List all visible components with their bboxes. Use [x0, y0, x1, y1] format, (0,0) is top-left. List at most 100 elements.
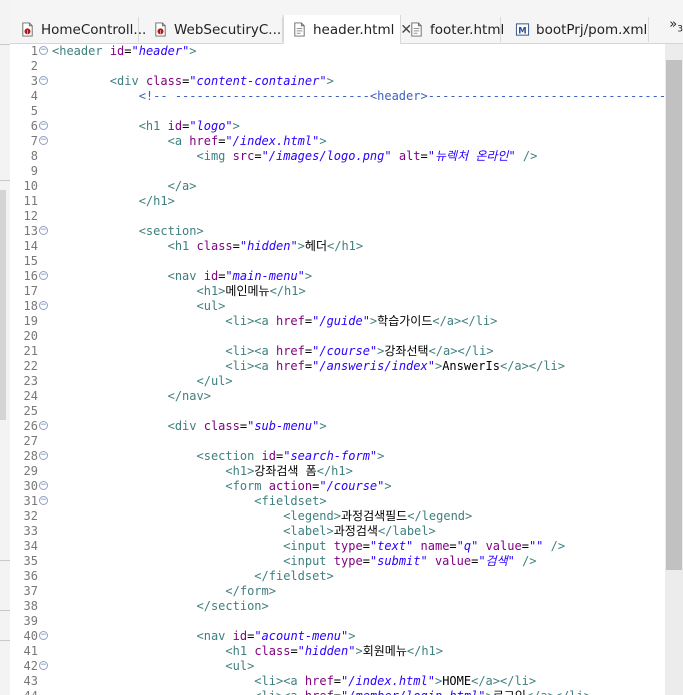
code-line[interactable]: 8 <img src="/images/logo.png" alt="뉴렉처 온…: [10, 149, 665, 164]
code-line[interactable]: 26− <div class="sub-menu">: [10, 419, 665, 434]
fold-collapse-icon[interactable]: −: [39, 226, 48, 235]
fold-collapse-icon[interactable]: −: [39, 121, 48, 130]
token: <section>: [138, 224, 204, 238]
code-line[interactable]: 17 <h1>메인메뉴</h1>: [10, 284, 665, 299]
token: type: [333, 539, 363, 553]
code-line[interactable]: 36 </fieldset>: [10, 569, 665, 584]
code-line[interactable]: 5: [10, 104, 665, 119]
code-line[interactable]: 21 <li><a href="/course">강좌선택</a></li>: [10, 344, 665, 359]
code-line[interactable]: 3− <div class="content-container">: [10, 74, 665, 89]
fold-collapse-icon[interactable]: −: [39, 76, 48, 85]
code-line[interactable]: 24 </nav>: [10, 389, 665, 404]
code-line[interactable]: 31− <fieldset>: [10, 494, 665, 509]
code-line[interactable]: 14 <h1 class="hidden">헤더</h1>: [10, 239, 665, 254]
fold-collapse-icon[interactable]: −: [39, 46, 48, 55]
tab-footer-html[interactable]: footer.html: [401, 17, 504, 42]
code-text: </ul>: [52, 374, 233, 389]
token: />: [522, 554, 537, 568]
code-line[interactable]: 7− <a href="/index.html">: [10, 134, 665, 149]
code-line[interactable]: 10 </a>: [10, 179, 665, 194]
code-line[interactable]: 35 <input type="submit" value="검색" />: [10, 554, 665, 569]
token: 과정검색: [333, 524, 378, 538]
code-line[interactable]: 30− <form action="/course">: [10, 479, 665, 494]
code-text: <ul>: [52, 659, 254, 674]
code-line[interactable]: 23 </ul>: [10, 374, 665, 389]
code-line[interactable]: 42− <ul>: [10, 659, 665, 674]
code-line[interactable]: 9: [10, 164, 665, 179]
tab-overflow-button[interactable]: »3: [669, 17, 683, 35]
code-text: <!-- ---------------------------<header>…: [52, 89, 665, 104]
vertical-scrollbar[interactable]: [665, 44, 683, 695]
code-line[interactable]: 4 <!-- ---------------------------<heade…: [10, 89, 665, 104]
fold-collapse-icon[interactable]: −: [39, 631, 48, 640]
code-line[interactable]: 1− <header id="header">: [10, 44, 665, 59]
token: </a></li>: [526, 689, 591, 695]
code-line[interactable]: 25: [10, 404, 665, 419]
code-line[interactable]: 12: [10, 209, 665, 224]
fold-collapse-icon[interactable]: −: [39, 496, 48, 505]
code-line[interactable]: 33 <label>과정검색</label>: [10, 524, 665, 539]
token: </a></li>: [432, 314, 498, 328]
code-line[interactable]: 43 <li><a href="/index.html">HOME</a></l…: [10, 674, 665, 689]
token: href: [305, 689, 334, 695]
java-file-icon: J: [155, 22, 166, 37]
fold-collapse-icon[interactable]: −: [39, 481, 48, 490]
scrollbar-thumb[interactable]: [666, 60, 682, 570]
code-line[interactable]: 6− <h1 id="logo">: [10, 119, 665, 134]
code-line[interactable]: 39: [10, 614, 665, 629]
token: class: [145, 74, 183, 88]
line-number: 37: [23, 584, 38, 598]
code-line[interactable]: 13− <section>: [10, 224, 665, 239]
line-number: 27: [23, 434, 38, 448]
code-line[interactable]: 2: [10, 59, 665, 74]
fold-collapse-icon[interactable]: −: [39, 136, 48, 145]
code-line[interactable]: 32 <legend>과정검색필드</legend>: [10, 509, 665, 524]
code-line[interactable]: 22 <li><a href="/answeris/index">AnswerI…: [10, 359, 665, 374]
code-line[interactable]: 34 <input type="text" name="q" value="" …: [10, 539, 665, 554]
fold-collapse-icon[interactable]: −: [39, 421, 48, 430]
code-line[interactable]: 15: [10, 254, 665, 269]
code-line[interactable]: 19 <li><a href="/guide">학습가이드</a></li>: [10, 314, 665, 329]
token: =: [290, 644, 298, 658]
code-text: <h1 class="hidden">회원메뉴</h1>: [52, 644, 443, 659]
token: <h1: [167, 239, 190, 253]
code-text: </section>: [52, 599, 269, 614]
tab-bootprj-pom-xml[interactable]: MbootPrj/pom.xml: [507, 17, 649, 42]
token: =: [333, 674, 342, 688]
line-number: 25: [23, 404, 38, 418]
tab-homecontroll[interactable]: J HomeControll...: [12, 17, 146, 42]
fold-collapse-icon[interactable]: −: [39, 451, 48, 460]
tab-websecutiryc[interactable]: J WebSecutiryC...: [145, 17, 283, 42]
code-line[interactable]: 20: [10, 329, 665, 344]
code-line[interactable]: 40− <nav id="acount-menu">: [10, 629, 665, 644]
code-text: <section id="search-form">: [52, 449, 385, 464]
code-line[interactable]: 28− <section id="search-form">: [10, 449, 665, 464]
code-line[interactable]: 29 <h1>강좌검색 폼</h1>: [10, 464, 665, 479]
fold-collapse-icon[interactable]: −: [39, 661, 48, 670]
code-line[interactable]: 37 </form>: [10, 584, 665, 599]
code-text: <form action="/course">: [52, 479, 391, 494]
fold-collapse-icon[interactable]: −: [39, 271, 48, 280]
code-line[interactable]: 27: [10, 434, 665, 449]
code-line[interactable]: 44 <li><a href="/member/login.html">로그인<…: [10, 689, 665, 695]
code-line[interactable]: 41 <h1 class="hidden">회원메뉴</h1>: [10, 644, 665, 659]
code-line[interactable]: 16− <nav id="main-menu">: [10, 269, 665, 284]
line-number: 2: [30, 59, 38, 73]
code-editor[interactable]: 1− <header id="header"> 2 3− <div class="co…: [10, 44, 665, 695]
token: </a></li>: [499, 359, 566, 373]
token: <li><a: [254, 674, 298, 688]
code-line[interactable]: 18− <ul>: [10, 299, 665, 314]
line-number: 10: [23, 179, 38, 193]
fold-collapse-icon[interactable]: −: [39, 301, 48, 310]
tab-header-html[interactable]: header.html ✕: [283, 15, 412, 44]
code-line[interactable]: 38 </section>: [10, 599, 665, 614]
code-line[interactable]: 11 </h1>: [10, 194, 665, 209]
code-text: </h1>: [52, 194, 175, 209]
token: <li><a: [225, 344, 269, 358]
